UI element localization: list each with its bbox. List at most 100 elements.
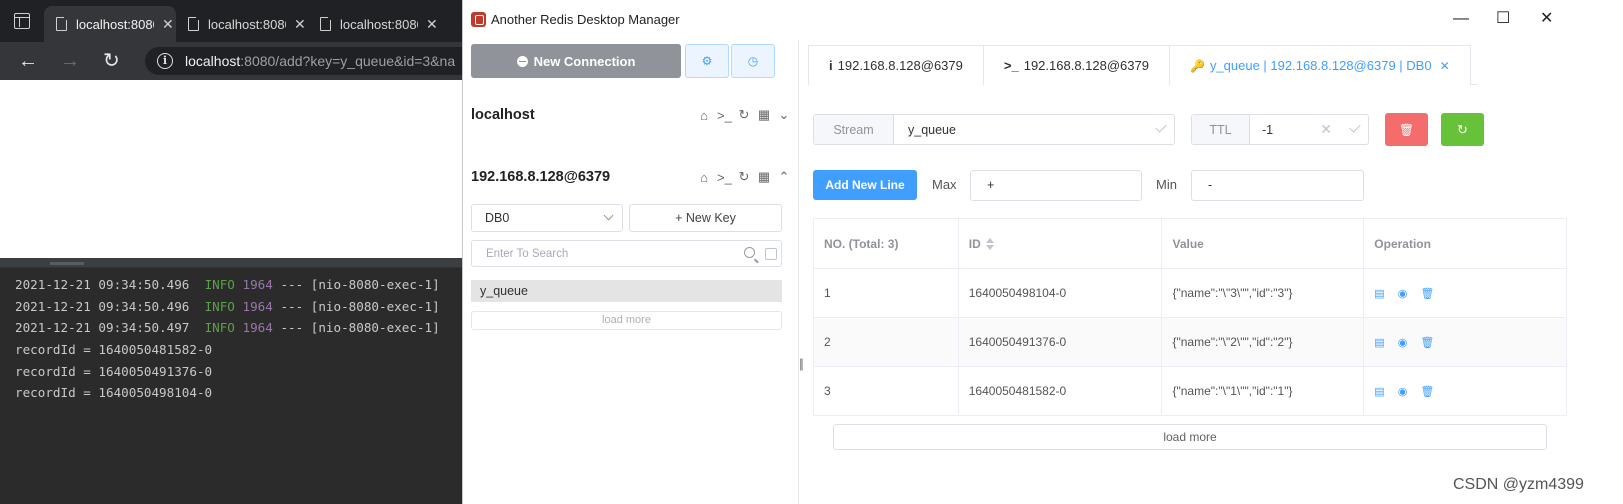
ttl-value: -1 <box>1262 122 1274 137</box>
close-icon[interactable]: ✕ <box>1440 59 1450 73</box>
col-header-value: Value <box>1161 218 1365 269</box>
chevron-down-icon[interactable]: ⌄ <box>777 107 791 123</box>
plus-circle-icon <box>516 55 528 67</box>
history-button[interactable]: ◷ <box>731 44 775 78</box>
gear-icon: ⚙ <box>701 54 713 68</box>
url-path: :8080/add?key=y_queue&id=3&na <box>240 53 456 69</box>
maximize-icon[interactable]: ☐ <box>1496 9 1510 29</box>
copy-icon[interactable]: ▤ <box>1374 287 1384 300</box>
max-input[interactable]: + <box>970 170 1142 201</box>
url-text: localhost:8080/add?key=y_queue&id=3&na <box>185 53 455 69</box>
site-info-icon[interactable]: i <box>157 53 173 69</box>
watermark: CSDN @yzm4399 <box>1453 476 1584 493</box>
load-more-keys-button[interactable]: load more <box>471 311 782 330</box>
refresh-icon[interactable]: ↻ <box>737 107 751 123</box>
back-icon[interactable]: ← <box>18 51 38 71</box>
row-operations: ▤ ◉ 🗑 <box>1363 268 1567 318</box>
min-label: Min <box>1156 177 1177 192</box>
table-row: 1 1640050498104-0 {"name":"\"3\"","id":"… <box>813 268 1567 318</box>
key-name-input[interactable]: y_queue <box>894 115 1174 144</box>
forward-icon[interactable]: → <box>60 51 80 71</box>
connection-item-192-168-8-128[interactable]: 192.168.8.128@6379 ⌂ >_ ↻ ▦ ⌃ <box>471 162 791 192</box>
col-header-id[interactable]: ID <box>957 218 1163 269</box>
copy-icon[interactable]: ▤ <box>1374 336 1384 349</box>
tab-key-y-queue[interactable]: 🔑 y_queue | 192.168.8.128@6379 | DB0 ✕ <box>1168 45 1471 86</box>
col-header-no: NO. (Total: 3) <box>813 218 959 269</box>
window-close-icon[interactable]: ✕ <box>1540 9 1553 29</box>
connections-panel: New Connection ⚙ ◷ localhost ⌂ >_ ↻ ▦ ⌄ … <box>463 40 799 504</box>
minimize-icon[interactable]: — <box>1453 9 1469 29</box>
clear-icon[interactable]: ✕ <box>1320 121 1332 138</box>
key-name-value: y_queue <box>908 122 956 137</box>
record-line: recordId = 1640050491376-0 <box>15 363 213 379</box>
chevron-up-icon[interactable]: ⌃ <box>777 169 791 185</box>
delete-key-button[interactable]: 🗑 <box>1385 113 1428 146</box>
tab-info[interactable]: i 192.168.8.128@6379 <box>808 45 984 85</box>
log-thread: --- [nio-8080-exec-1] <box>280 298 440 314</box>
row-id: 1640050481582-0 <box>957 366 1163 416</box>
search-icon[interactable] <box>744 247 755 258</box>
terminal-icon[interactable]: >_ <box>717 108 732 123</box>
console-toolbar <box>0 258 462 268</box>
clock-icon: ◷ <box>747 54 759 68</box>
url-input[interactable]: i localhost:8080/add?key=y_queue&id=3&na <box>145 47 475 75</box>
eye-icon[interactable]: ◉ <box>1398 385 1408 398</box>
refresh-key-button[interactable]: ↻ <box>1441 113 1484 146</box>
row-id: 1640050491376-0 <box>957 317 1163 367</box>
grid-icon[interactable]: ▦ <box>757 169 771 185</box>
check-icon[interactable] <box>1349 121 1361 133</box>
log-time: 2021-12-21 09:34:50.497 <box>15 320 190 336</box>
load-more-rows-button[interactable]: load more <box>833 424 1547 450</box>
close-icon[interactable]: ✕ <box>294 16 306 33</box>
browser-tab-3[interactable]: localhost:8080 ✕ <box>308 6 458 42</box>
row-operations: ▤ ◉ 🗑 <box>1363 366 1567 416</box>
grid-icon[interactable]: ▦ <box>757 107 771 123</box>
trash-icon[interactable]: 🗑 <box>1420 385 1434 398</box>
title-bar: Another Redis Desktop Manager — ☐ ✕ <box>463 0 1623 40</box>
new-key-button[interactable]: + New Key <box>629 204 782 232</box>
tab-label: 192.168.8.128@6379 <box>1023 58 1149 73</box>
tab-actions-icon[interactable] <box>14 13 30 29</box>
tab-label: y_queue | 192.168.8.128@6379 | DB0 <box>1209 58 1432 73</box>
page-icon <box>320 16 332 31</box>
close-icon[interactable]: ✕ <box>162 16 174 33</box>
check-icon[interactable] <box>1155 121 1167 133</box>
db-select[interactable]: DB0 <box>471 204 623 232</box>
info-icon: i <box>829 58 833 73</box>
browser-tab-2[interactable]: localhost:8080 ✕ <box>176 6 308 42</box>
sort-icon[interactable] <box>985 238 994 251</box>
log-time: 2021-12-21 09:34:50.496 <box>15 298 190 314</box>
add-new-line-button[interactable]: Add New Line <box>813 170 917 200</box>
refresh-icon[interactable]: ↻ <box>737 169 751 185</box>
log-level: INFO <box>204 320 235 336</box>
exact-search-checkbox[interactable] <box>765 248 777 260</box>
settings-button[interactable]: ⚙ <box>685 44 729 78</box>
col-header-operation: Operation <box>1363 218 1567 269</box>
reload-icon[interactable]: ↻ <box>103 51 120 71</box>
tab-cli[interactable]: >_ 192.168.8.128@6379 <box>982 45 1170 85</box>
trash-icon[interactable]: 🗑 <box>1420 336 1434 349</box>
connection-item-localhost[interactable]: localhost ⌂ >_ ↻ ▦ ⌄ <box>471 100 791 130</box>
new-connection-button[interactable]: New Connection <box>471 44 681 78</box>
panel-splitter[interactable]: || <box>799 356 804 371</box>
terminal-icon[interactable]: >_ <box>717 170 732 185</box>
log-pid: 1964 <box>242 320 273 336</box>
trash-icon[interactable]: 🗑 <box>1420 287 1434 300</box>
home-icon[interactable]: ⌂ <box>697 170 711 185</box>
log-line: 2021-12-21 09:34:50.497 INFO 1964 --- [n… <box>0 317 462 339</box>
row-value: {"name":"\"2\"","id":"2"} <box>1161 317 1365 367</box>
eye-icon[interactable]: ◉ <box>1398 336 1408 349</box>
row-value: {"name":"\"1\"","id":"1"} <box>1161 366 1365 416</box>
key-list-item[interactable]: y_queue <box>471 280 782 302</box>
min-input[interactable]: - <box>1191 170 1364 201</box>
ttl-input[interactable]: -1 ✕ <box>1250 115 1368 144</box>
log-pid: 1964 <box>242 277 273 292</box>
screen: localhost:8080 ✕ localhost:8080 ✕ localh… <box>0 0 1623 504</box>
home-icon[interactable]: ⌂ <box>697 108 711 123</box>
browser-tab-1[interactable]: localhost:8080 ✕ <box>44 6 176 42</box>
eye-icon[interactable]: ◉ <box>1398 287 1408 300</box>
copy-icon[interactable]: ▤ <box>1374 385 1384 398</box>
key-search-input[interactable]: Enter To Search <box>471 240 782 267</box>
log-thread: --- [nio-8080-exec-1] <box>280 277 440 292</box>
close-icon[interactable]: ✕ <box>426 16 438 33</box>
